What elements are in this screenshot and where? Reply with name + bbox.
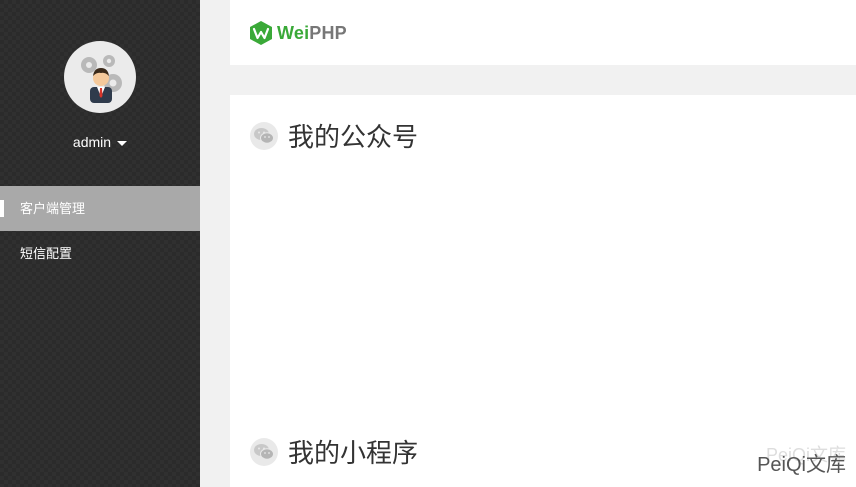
section-title-text: 我的小程序 <box>288 438 419 468</box>
watermark: PeiQi文库 <box>757 454 846 476</box>
logo[interactable]: WeiPHP <box>249 20 347 46</box>
user-menu[interactable]: admin <box>0 134 200 150</box>
caret-down-icon <box>117 140 128 146</box>
nav-item-sms-config[interactable]: 短信配置 <box>0 231 200 276</box>
user-avatar-icon <box>81 55 122 103</box>
logo-text-php: PHP <box>309 22 347 43</box>
nav-item-label: 客户端管理 <box>20 201 86 216</box>
section-title-text: 我的公众号 <box>288 122 419 152</box>
username: admin <box>72 134 112 150</box>
logo-text-wei: Wei <box>277 22 310 43</box>
sidebar-nav: 客户端管理 短信配置 <box>0 186 200 276</box>
nav-item-client-management[interactable]: 客户端管理 <box>0 186 200 231</box>
sidebar: admin 客户端管理 短信配置 <box>0 0 200 487</box>
wechat-icon <box>250 121 278 150</box>
official-accounts-heading: 我的公众号 <box>250 117 418 154</box>
mini-programs-heading: 我的小程序 <box>250 433 418 470</box>
header: WeiPHP <box>230 0 856 65</box>
avatar[interactable] <box>64 41 136 113</box>
nav-item-label: 短信配置 <box>20 246 73 261</box>
wechat-icon <box>250 437 278 466</box>
weiphp-logo-icon <box>250 21 272 45</box>
main-content: 我的公众号 我的小程序 <box>230 95 856 487</box>
